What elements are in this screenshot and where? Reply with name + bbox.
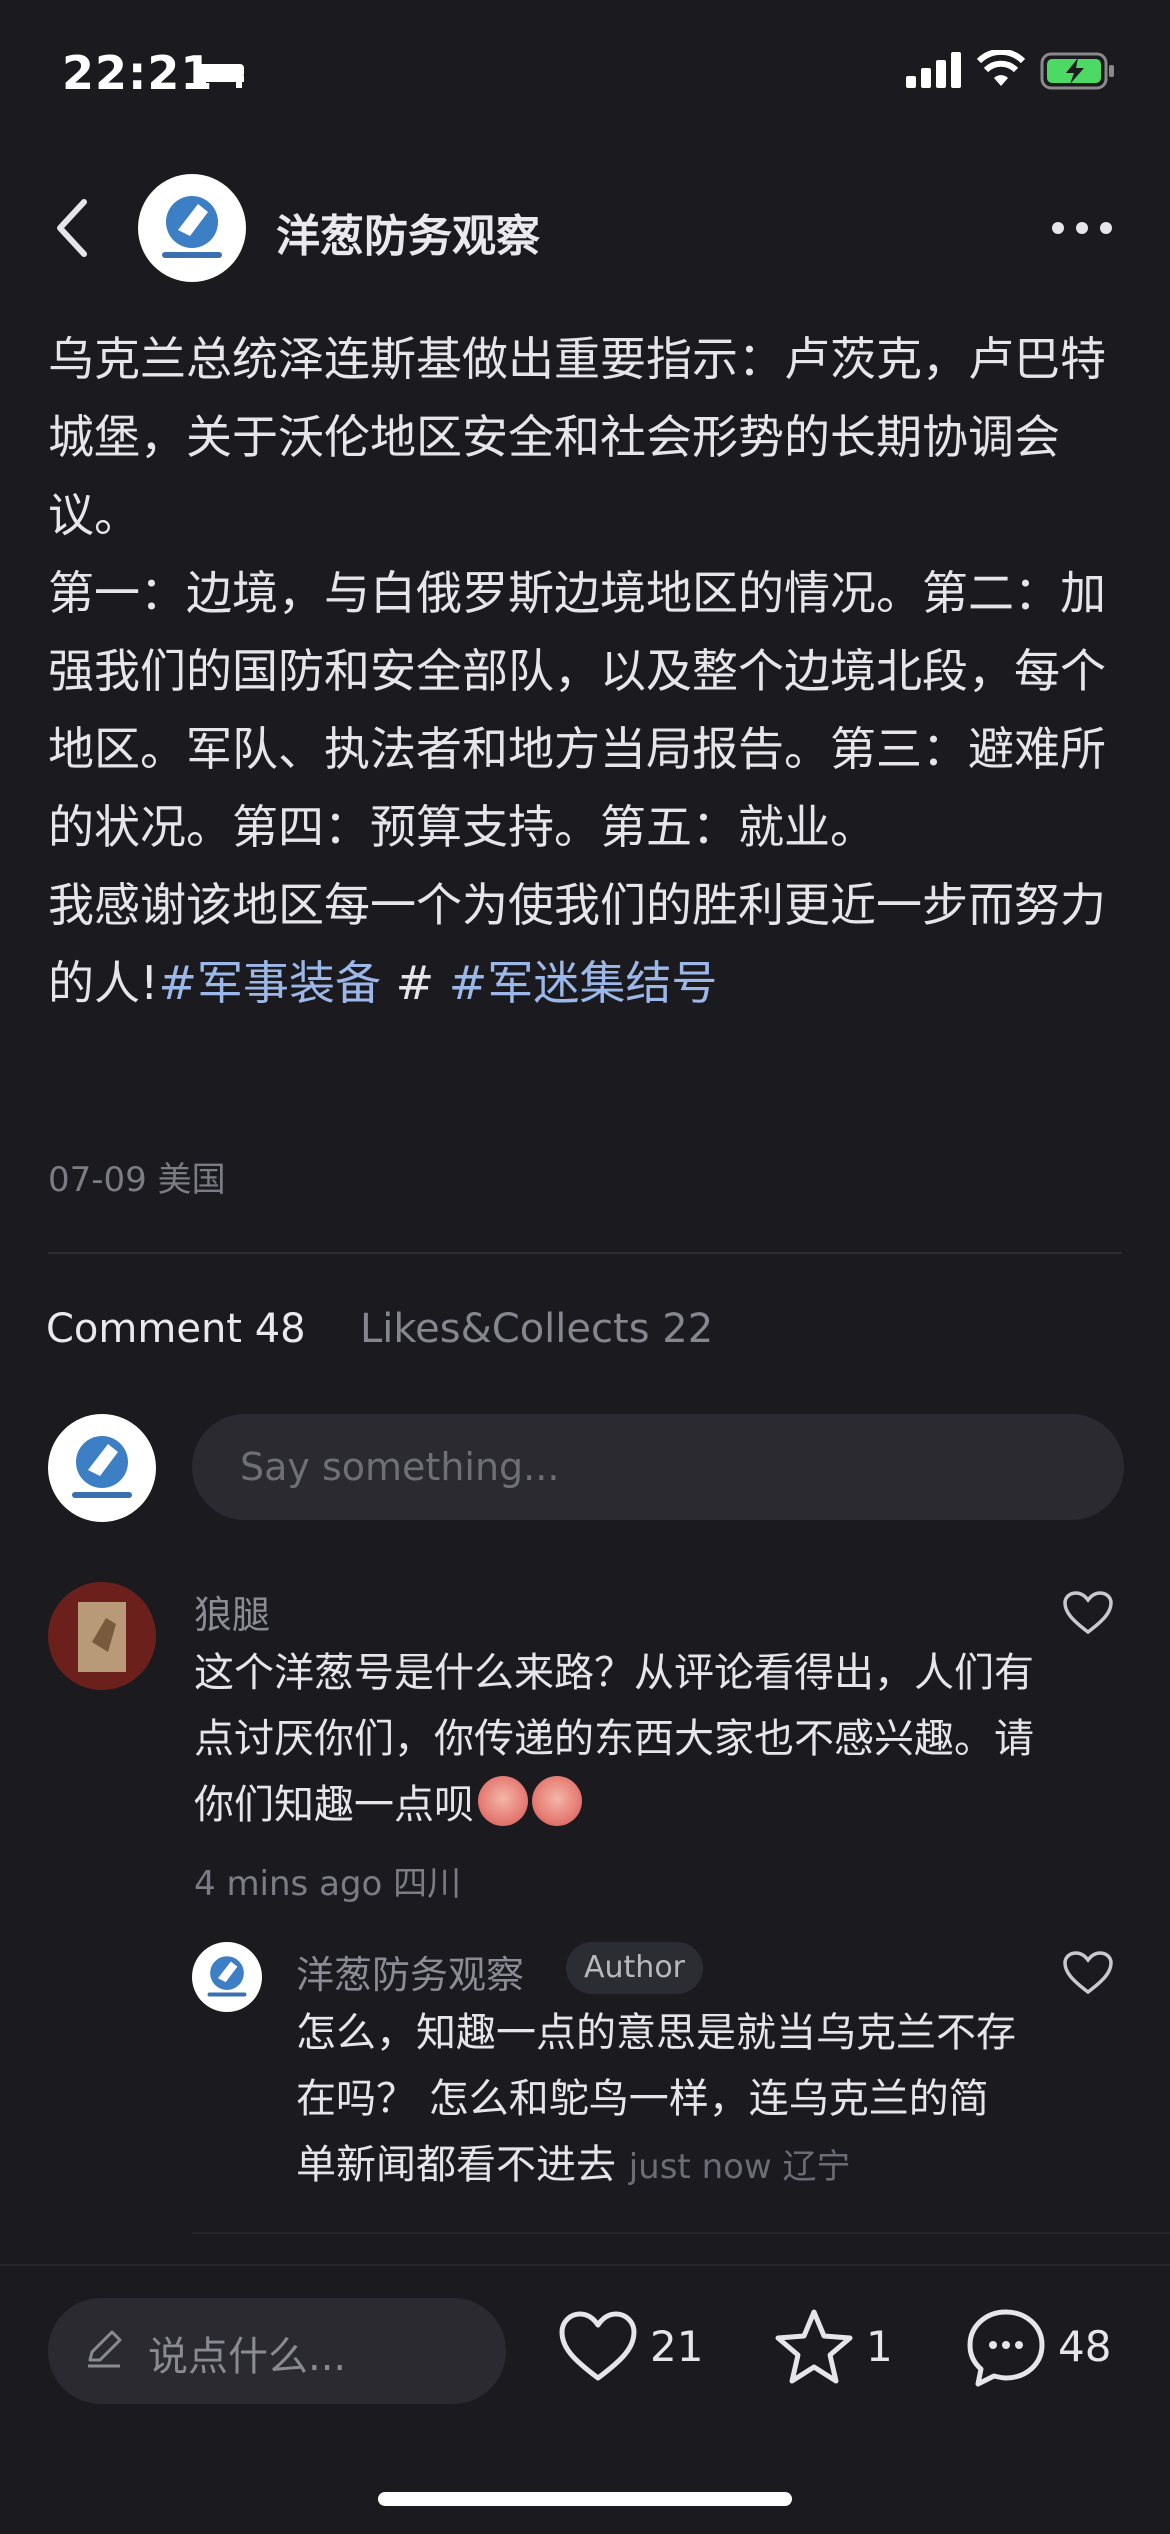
home-indicator[interactable]: [378, 2492, 792, 2506]
header-title[interactable]: 洋葱防务观察: [276, 200, 540, 264]
comment-text-content: 这个洋葱号是什么来路？从评论看得出，人们有点讨厌你们，你传递的东西大家也不感兴趣…: [194, 1650, 1034, 1828]
status-time: 22:21: [62, 46, 214, 100]
like-heart-icon[interactable]: [1062, 1590, 1114, 1636]
reply-text: 怎么，知趣一点的意思是就当乌克兰不存在吗？ 怎么和鸵鸟一样，连乌克兰的简单新闻都…: [296, 2000, 1016, 2200]
pencil-icon: [88, 2330, 122, 2368]
back-chevron-icon[interactable]: [52, 198, 92, 258]
tab-likes-collects[interactable]: Likes&Collects 22: [360, 1306, 713, 1352]
reply-avatar[interactable]: [192, 1942, 262, 2012]
cellular-signal-icon: [906, 52, 961, 88]
more-options-icon[interactable]: [1050, 220, 1114, 236]
current-user-avatar: [48, 1414, 156, 1522]
onion-logo-icon: [162, 196, 222, 258]
post-paragraph: 我感谢该地区每一个为使我们的胜利更近一步而努力的人!#军事装备 # #军迷集结号: [48, 866, 1118, 1022]
hashtag-link[interactable]: #军迷集结号: [449, 956, 718, 1010]
tab-comments[interactable]: Comment 48: [46, 1306, 306, 1352]
onion-logo-icon: [72, 1436, 132, 1498]
divider: [192, 2232, 1170, 2234]
commenter-avatar[interactable]: [48, 1582, 156, 1690]
bottom-input-placeholder[interactable]: 说点什么...: [148, 2324, 346, 2382]
battery-charging-icon: [1040, 52, 1114, 90]
sticker-emoji-icon: [478, 1776, 528, 1826]
author-badge: Author: [566, 1942, 704, 1994]
horse-avatar-icon: [48, 1582, 156, 1690]
wifi-icon: [976, 50, 1026, 86]
comment-bubble-icon[interactable]: [966, 2308, 1046, 2388]
comment-meta: 4 mins ago 四川: [194, 1864, 462, 1904]
like-count: 21: [650, 2322, 704, 2371]
onion-logo-icon: [207, 1956, 247, 1997]
sticker-emoji-icon: [532, 1776, 582, 1826]
hashtag-link[interactable]: #: [396, 956, 435, 1010]
comment-count: 48: [1058, 2322, 1112, 2371]
collect-count: 1: [866, 2322, 893, 2371]
comment-text: 这个洋葱号是什么来路？从评论看得出，人们有点讨厌你们，你传递的东西大家也不感兴趣…: [194, 1640, 1034, 1838]
post-paragraph: 第一：边境，与白俄罗斯边境地区的情况。第二：加强我们的国防和安全部队，以及整个边…: [48, 566, 1106, 854]
hashtag-link[interactable]: #军事装备: [158, 956, 381, 1010]
like-heart-icon[interactable]: [558, 2310, 638, 2384]
reply-author-name[interactable]: 洋葱防务观察: [296, 1944, 524, 1999]
post-date-location: 07-09 美国: [48, 1160, 226, 1200]
comment-input[interactable]: Say something...: [192, 1414, 1124, 1520]
reply-time: just now 辽宁: [628, 2147, 851, 2187]
divider: [48, 1252, 1122, 1254]
post-body: 乌克兰总统泽连斯基做出重要指示：卢茨克，卢巴特城堡，关于沃伦地区安全和社会形势的…: [48, 320, 1118, 1022]
post-paragraph: 乌克兰总统泽连斯基做出重要指示：卢茨克，卢巴特城堡，关于沃伦地区安全和社会形势的…: [48, 332, 1106, 542]
collect-star-icon[interactable]: [774, 2308, 854, 2386]
author-avatar[interactable]: [138, 174, 246, 282]
sleep-focus-icon: [198, 64, 244, 88]
like-heart-icon[interactable]: [1062, 1950, 1114, 1996]
commenter-name[interactable]: 狼腿: [194, 1584, 270, 1639]
